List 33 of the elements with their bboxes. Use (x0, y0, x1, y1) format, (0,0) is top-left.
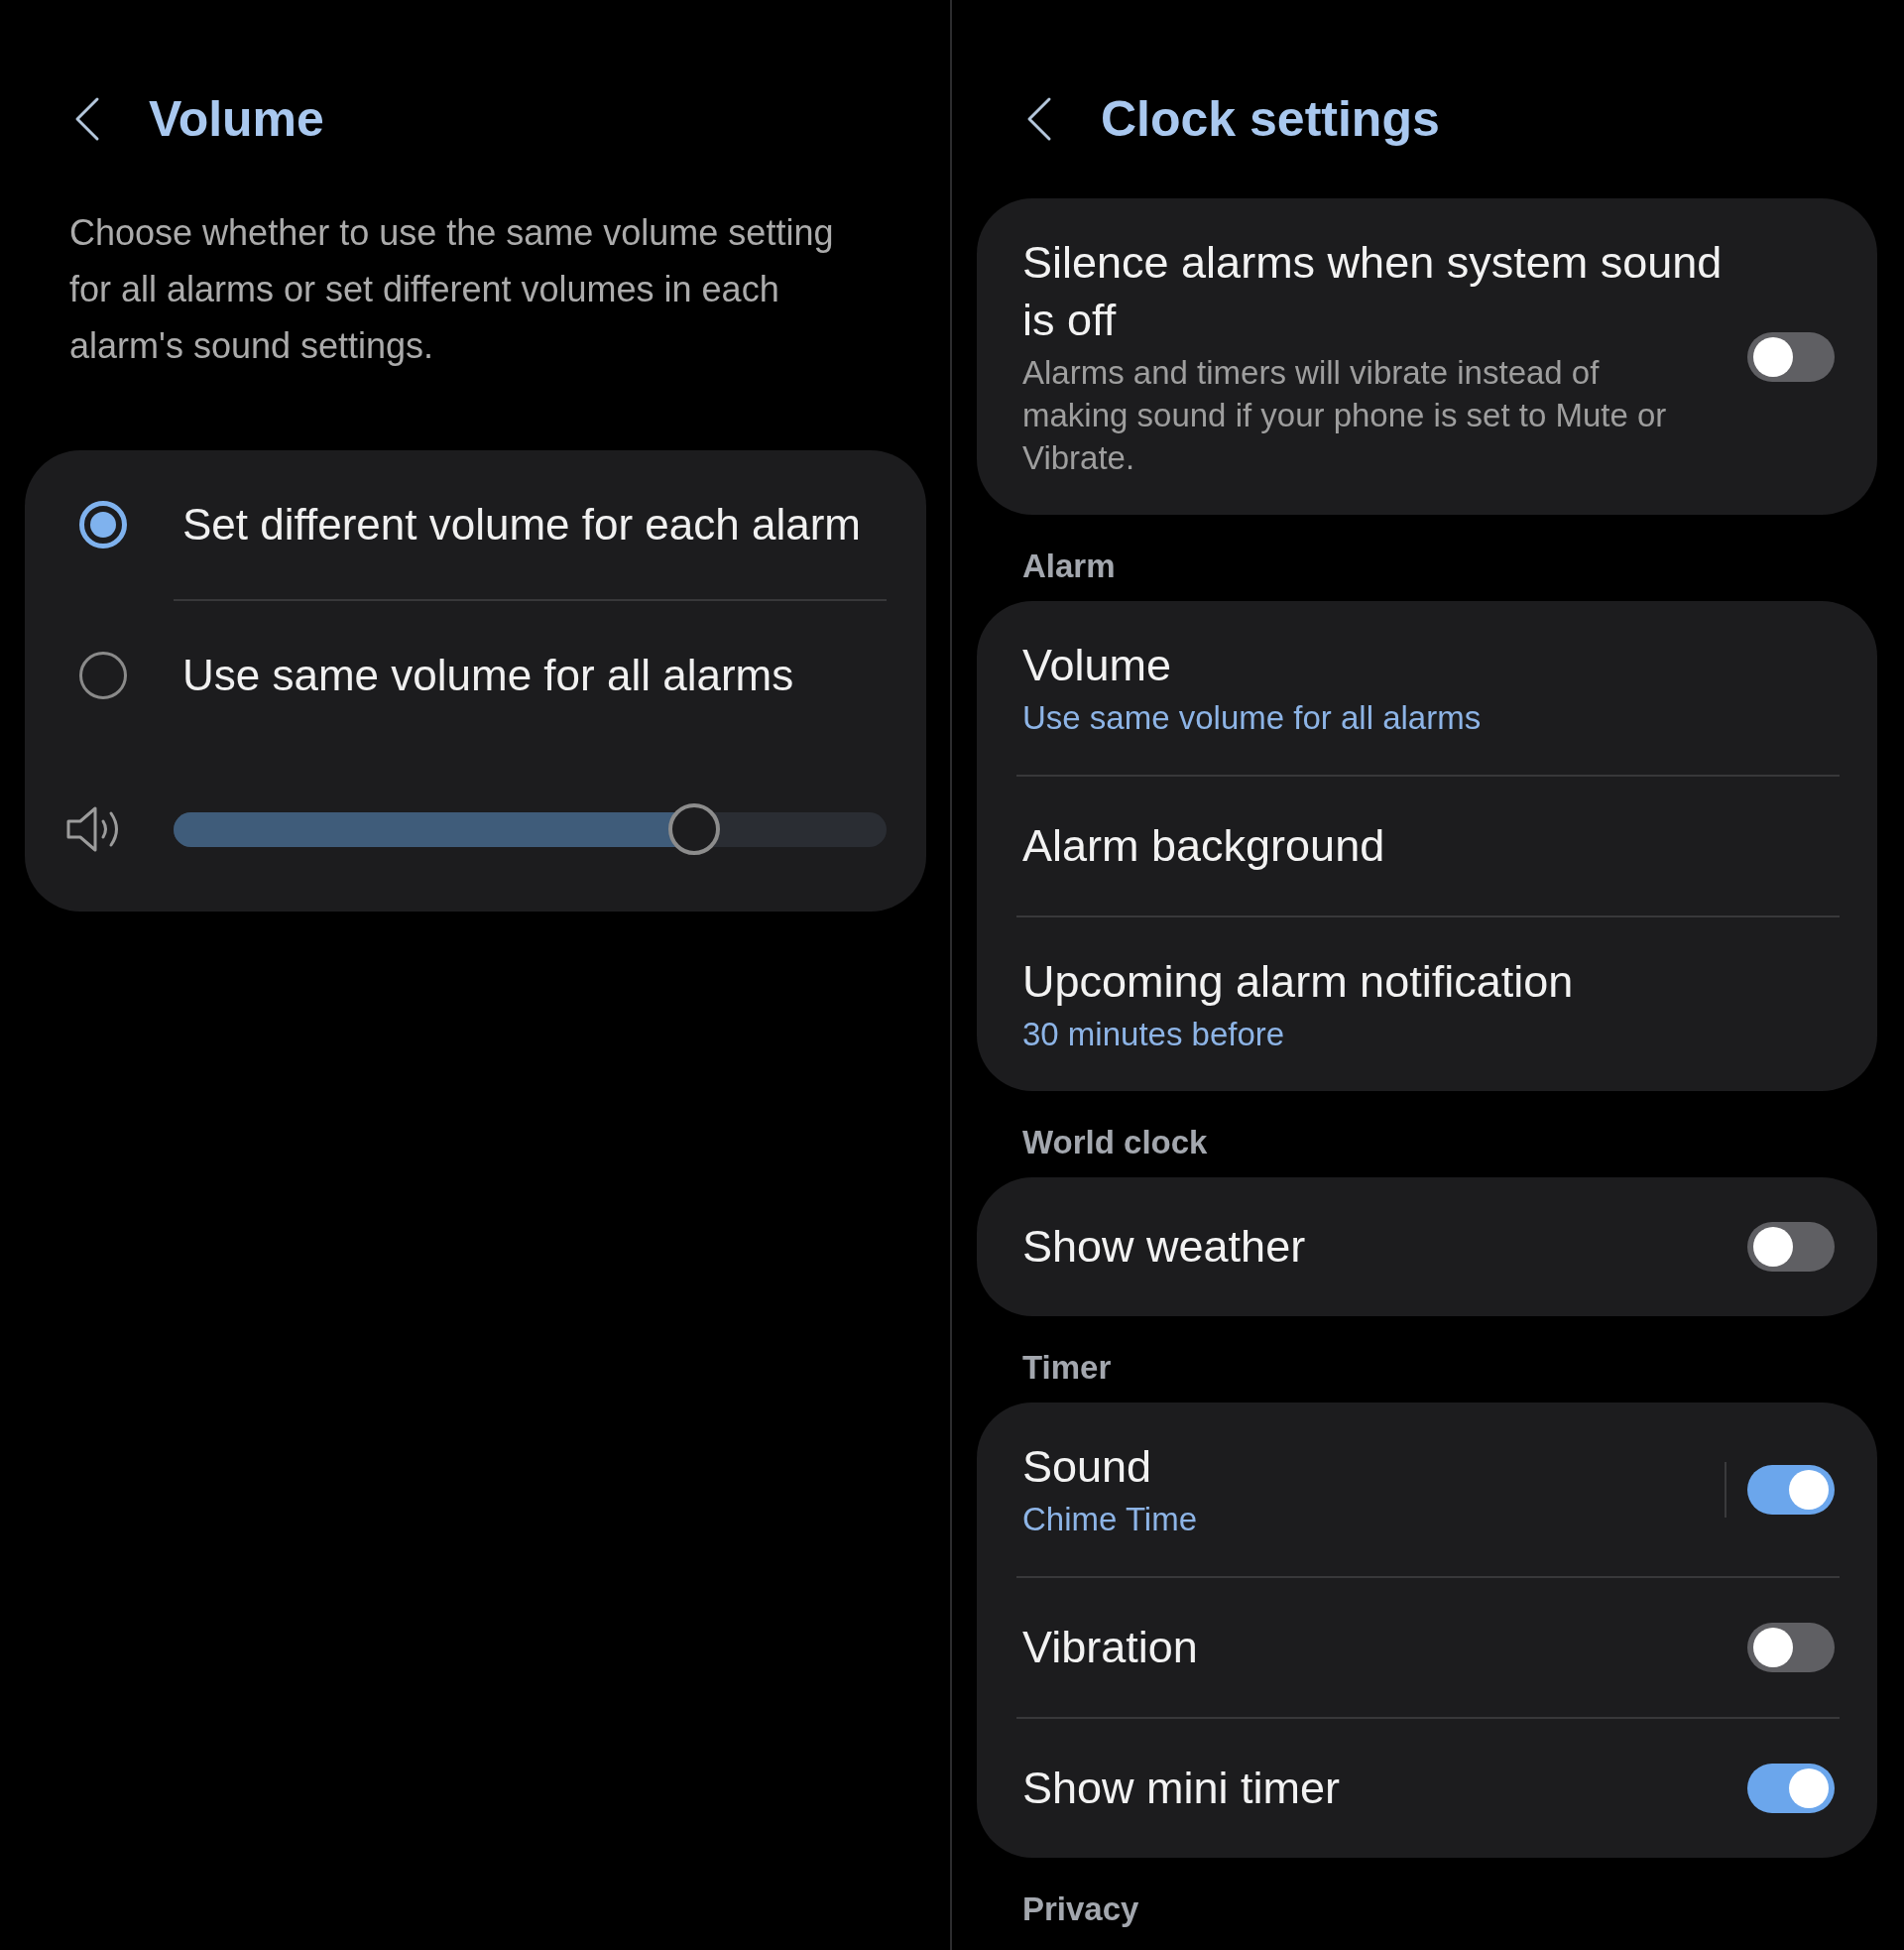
back-icon (74, 96, 100, 142)
toggle-switch[interactable] (1747, 1222, 1835, 1272)
section-header: World clock (1022, 1126, 1208, 1158)
toggle-switch[interactable] (1747, 1764, 1835, 1813)
slider-thumb[interactable] (667, 803, 720, 855)
description-text: Choose whether to use the same volume setting for all alarms or set different volumes in each alarm's sound settings. (69, 211, 835, 368)
toggle-switch[interactable] (1747, 331, 1835, 382)
screen-title: Clock settings (1101, 90, 1440, 149)
setting-title: Vibration (1022, 1621, 1198, 1674)
setting-value: 30 minutes before (1022, 1015, 1285, 1054)
setting-title: Show mini timer (1022, 1762, 1341, 1815)
setting-value: Chime Time (1022, 1500, 1198, 1539)
setting-title[interactable]: Alarm background (1022, 817, 1385, 875)
setting-description: Alarms and timers will vibrate instead of making sound if your phone is set to Mute or Vibrate. (1022, 353, 1668, 478)
toggle-switch[interactable] (1747, 1464, 1835, 1515)
back-icon (1026, 96, 1052, 142)
setting-title[interactable]: Sound (1022, 1438, 1152, 1496)
setting-title: Show weather (1022, 1220, 1306, 1274)
back-button[interactable] (1026, 96, 1052, 142)
screen-title: Volume (149, 90, 324, 149)
section-header: Alarm (1022, 549, 1116, 582)
toggle-switch[interactable] (1747, 1623, 1835, 1672)
setting-title[interactable]: Volume (1022, 637, 1172, 694)
slider-track[interactable] (174, 811, 887, 847)
section-header: Timer (1022, 1351, 1112, 1384)
setting-title[interactable]: Upcoming alarm notification (1022, 953, 1574, 1011)
radio-option[interactable]: Set different volume for each alarm (79, 500, 861, 549)
back-button[interactable] (74, 96, 100, 142)
volume-slider[interactable] (174, 803, 887, 855)
radio-option[interactable]: Use same volume for all alarms (79, 651, 794, 700)
setting-title: Silence alarms when system sound is off (1022, 236, 1724, 347)
setting-value: Use same volume for all alarms (1022, 698, 1482, 738)
section-header: Privacy (1022, 1892, 1139, 1925)
